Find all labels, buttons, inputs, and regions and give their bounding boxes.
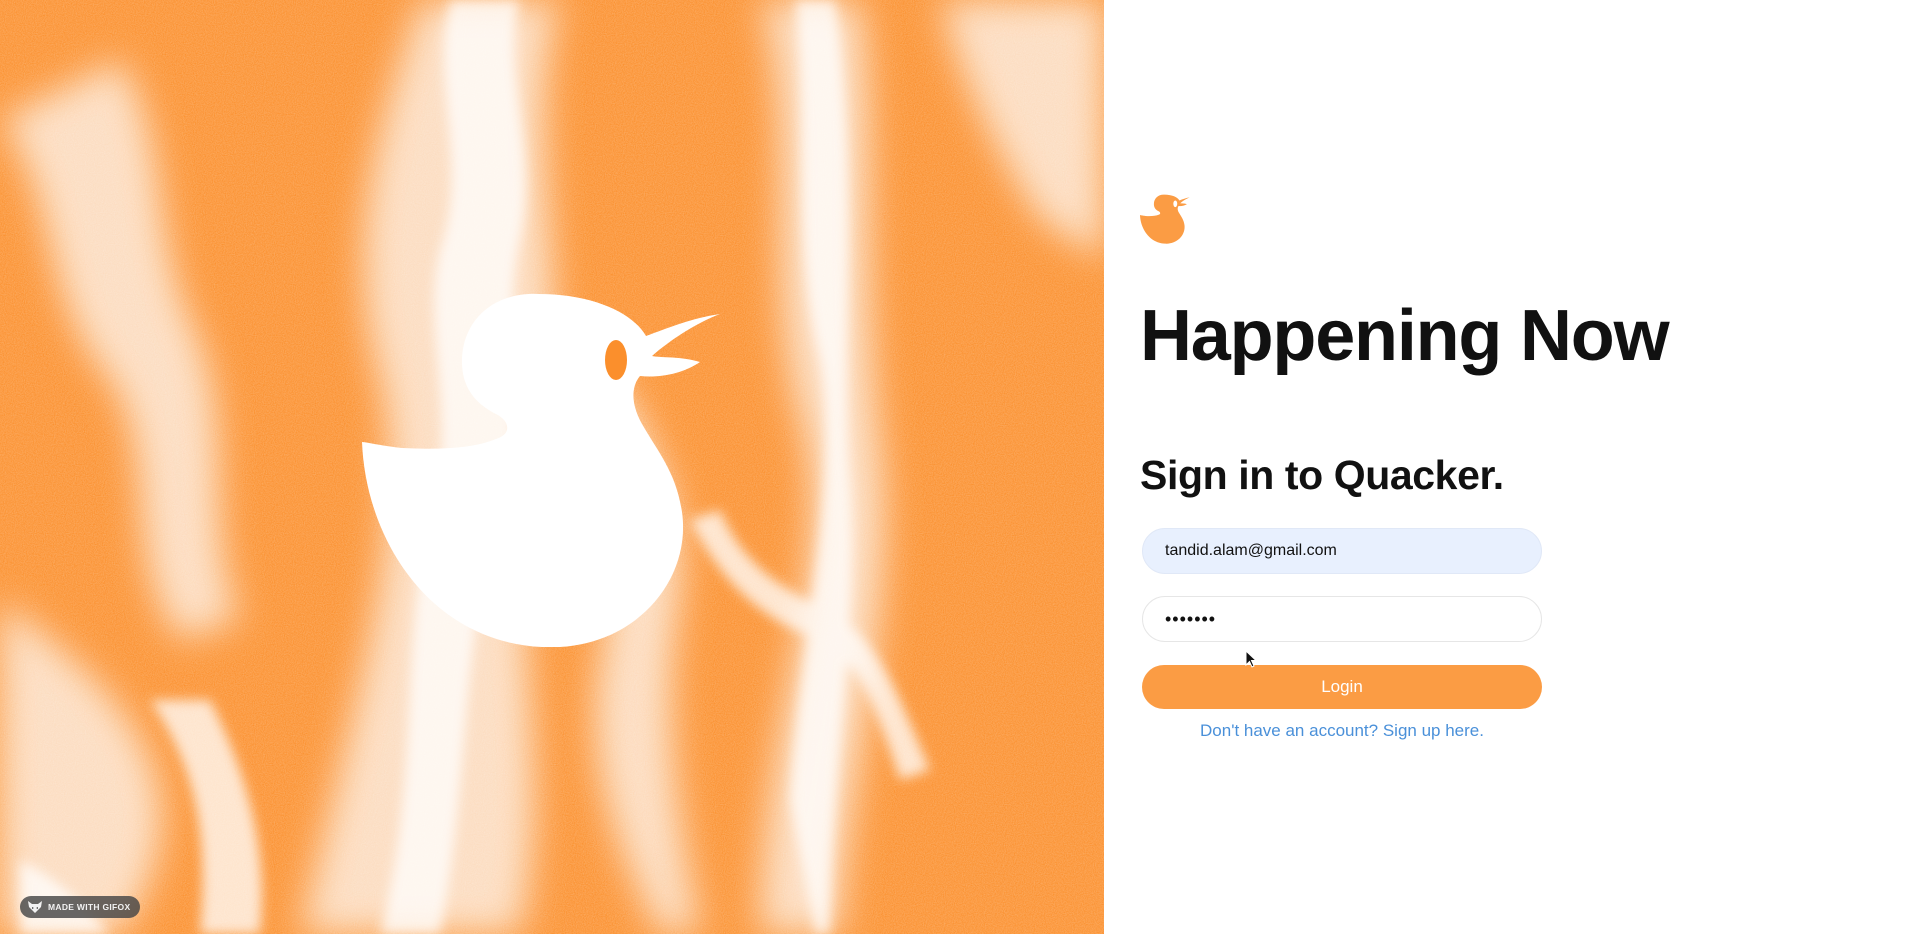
made-with-gifox-badge[interactable]: MADE WITH GIFOX — [20, 896, 141, 918]
duck-icon — [362, 293, 720, 647]
badge-label: MADE WITH GIFOX — [48, 902, 131, 912]
login-panel: Happening Now Sign in to Quacker. Login … — [1104, 0, 1910, 934]
hero-panel: MADE WITH GIFOX — [0, 0, 1104, 934]
duck-icon — [1140, 194, 1190, 244]
mouse-pointer-icon — [1245, 650, 1257, 668]
login-button[interactable]: Login — [1142, 665, 1542, 709]
email-field[interactable] — [1142, 528, 1542, 574]
signup-link[interactable]: Don't have an account? Sign up here. — [1142, 720, 1542, 742]
fox-icon — [28, 901, 42, 913]
password-field[interactable] — [1142, 596, 1542, 642]
page-title: Happening Now — [1140, 296, 1670, 376]
sign-in-heading: Sign in to Quacker. — [1140, 452, 1504, 498]
